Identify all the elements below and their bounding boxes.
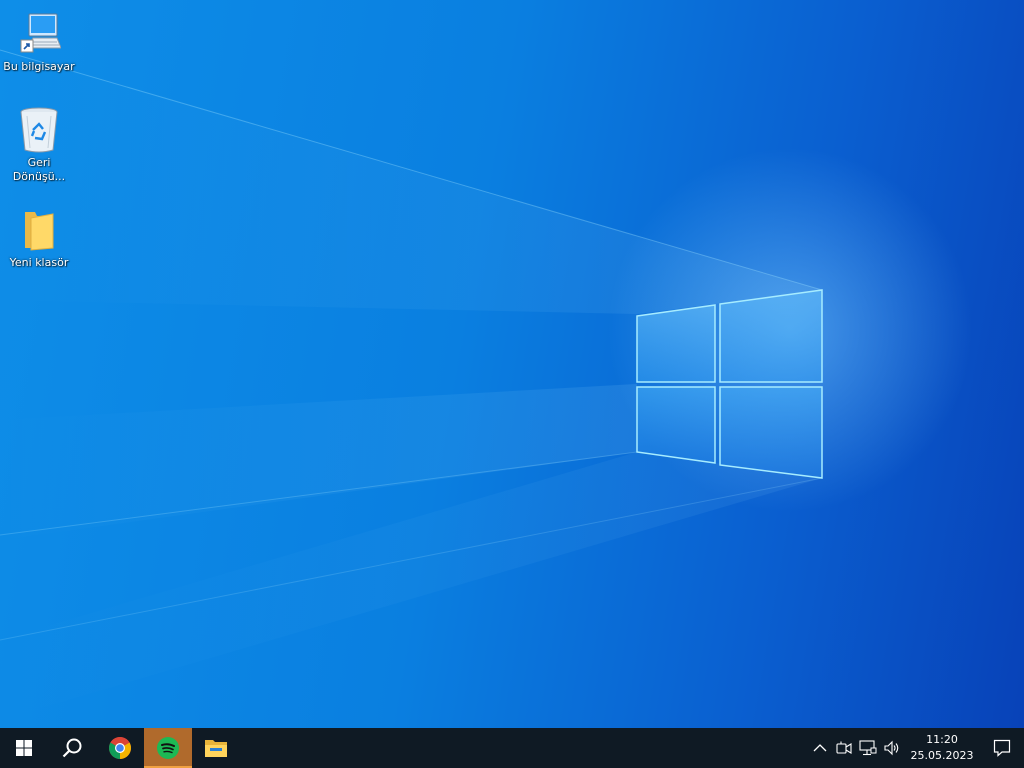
taskbar-app-file-explorer[interactable] — [192, 728, 240, 768]
clock[interactable]: 11:20 25.05.2023 — [904, 728, 980, 768]
desktop-icon-recycle-bin[interactable]: Geri Dönüşü... — [1, 106, 77, 184]
meet-now-icon — [836, 741, 852, 754]
taskbar: 11:20 25.05.2023 — [0, 728, 1024, 768]
computer-icon — [15, 10, 63, 58]
desktop-icon-this-pc[interactable]: Bu bilgisayar — [1, 10, 77, 74]
start-button[interactable] — [0, 728, 48, 768]
notification-icon — [993, 739, 1011, 757]
windows-logo-wallpaper — [636, 289, 823, 479]
clock-date: 25.05.2023 — [910, 749, 974, 762]
volume-icon — [884, 740, 899, 756]
search-button[interactable] — [48, 728, 96, 768]
windows-logo-icon — [16, 740, 32, 756]
meet-now-button[interactable] — [832, 728, 856, 768]
action-center-button[interactable] — [980, 728, 1024, 768]
show-hidden-icons-button[interactable] — [808, 728, 832, 768]
file-explorer-icon — [205, 740, 227, 757]
desktop-icon-label: Bu bilgisayar — [3, 60, 75, 73]
taskbar-app-chrome[interactable] — [96, 728, 144, 768]
network-icon — [859, 740, 877, 756]
spotify-icon — [157, 737, 179, 759]
chevron-up-icon — [813, 744, 827, 752]
network-button[interactable] — [856, 728, 880, 768]
recycle-bin-icon — [15, 106, 63, 154]
desktop: Bu bilgisayar Geri Dönüşü... Yeni klasör — [0, 0, 1024, 728]
folder-icon — [15, 206, 63, 254]
chrome-icon — [109, 737, 131, 759]
desktop-icon-new-folder[interactable]: Yeni klasör — [1, 206, 77, 270]
desktop-icon-label: Yeni klasör — [9, 256, 69, 269]
desktop-icon-label: Geri Dönüşü... — [12, 156, 66, 183]
volume-button[interactable] — [880, 728, 904, 768]
clock-time: 11:20 — [926, 733, 958, 746]
taskbar-app-spotify[interactable] — [144, 728, 192, 768]
search-icon — [62, 738, 82, 758]
wallpaper — [0, 49, 823, 720]
system-tray: 11:20 25.05.2023 — [808, 728, 1024, 768]
